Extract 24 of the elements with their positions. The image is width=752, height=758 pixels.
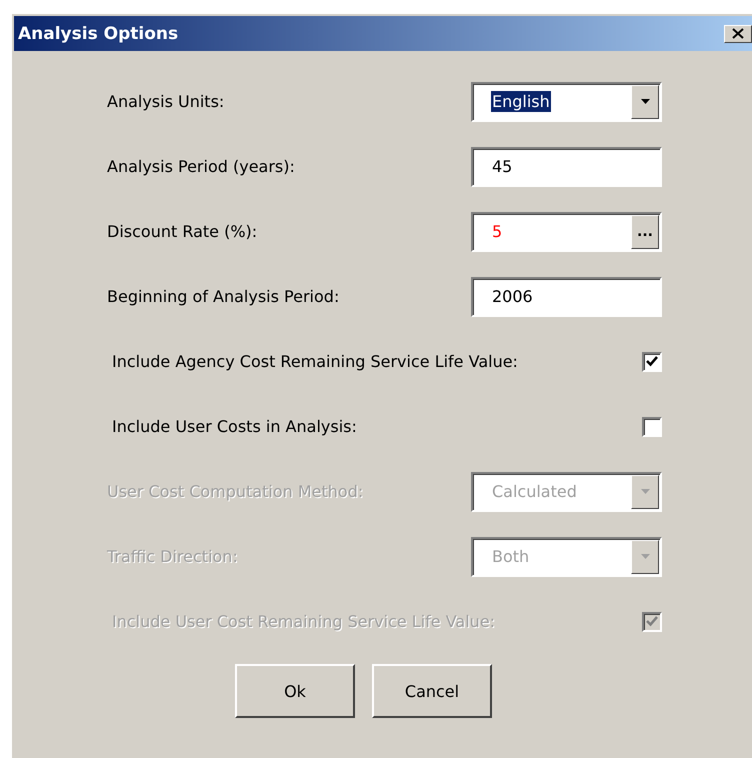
close-icon — [732, 28, 744, 39]
dropdown-field[interactable]: English — [471, 82, 662, 122]
input-field[interactable]: 5 ... — [471, 212, 662, 252]
caret-icon — [640, 554, 650, 559]
field-label: Discount Rate (%): — [107, 222, 258, 241]
checkbox[interactable] — [642, 416, 662, 436]
check-icon — [646, 616, 658, 627]
browse-button[interactable]: ... — [631, 214, 659, 248]
dialog-button[interactable]: Cancel — [372, 664, 492, 718]
input-field[interactable]: 45 — [471, 146, 662, 186]
field-label: Beginning of Analysis Period: — [107, 287, 340, 306]
field-label: Include Agency Cost Remaining Service Life Value: — [111, 352, 518, 371]
dialog-button[interactable]: Ok — [235, 664, 355, 718]
caret-icon — [640, 489, 650, 494]
caret-icon — [640, 99, 650, 104]
checkbox[interactable] — [642, 352, 662, 372]
dropdown-button[interactable] — [631, 84, 659, 118]
input-field[interactable]: 2006 — [471, 276, 662, 316]
field-label: Include User Costs in Analysis: — [111, 417, 357, 436]
field-label: Analysis Period (years): — [107, 157, 295, 176]
close-button[interactable] — [724, 24, 752, 42]
window-title: Analysis Options — [18, 24, 178, 44]
field-label: Analysis Units: — [107, 92, 224, 111]
check-icon — [646, 356, 658, 367]
